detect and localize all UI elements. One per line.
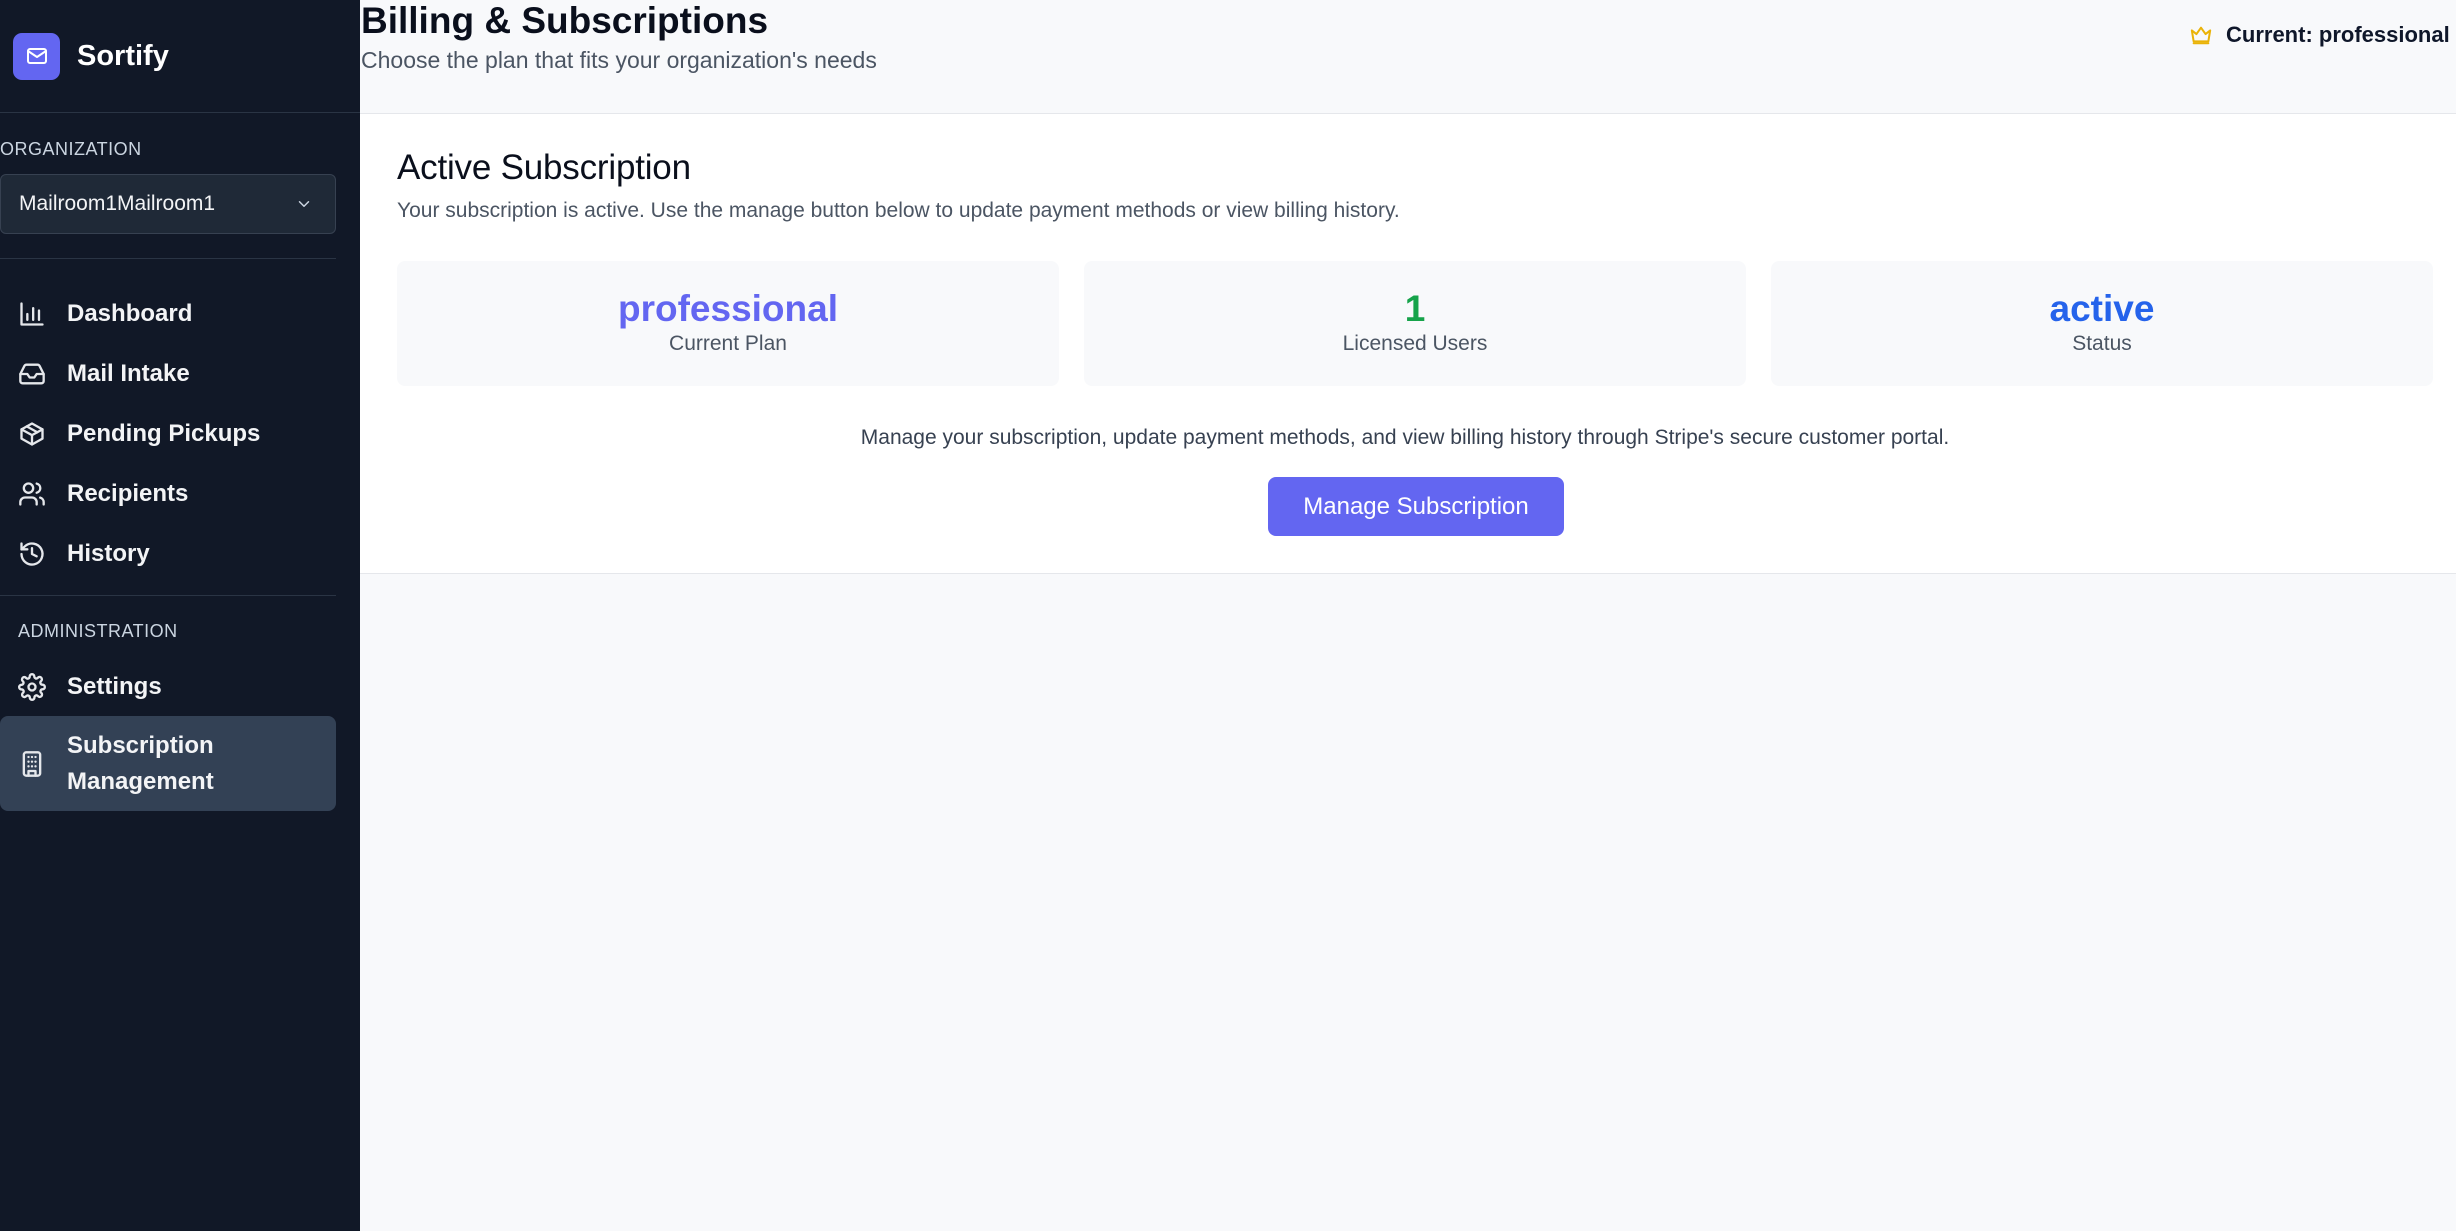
sidebar-item-pending-pickups[interactable]: Pending Pickups	[0, 406, 336, 462]
page-subtitle: Choose the plan that fits your organizat…	[361, 47, 877, 73]
bar-chart-icon	[20, 302, 44, 326]
sidebar-item-history[interactable]: History	[0, 526, 336, 582]
organization-selected-value: Mailroom1Mailroom1	[19, 192, 216, 215]
building-icon	[22, 750, 42, 777]
stat-value: 1	[1404, 288, 1426, 329]
administration-label: ADMINISTRATION	[18, 621, 178, 641]
sidebar-item-label: Subscription Management	[67, 731, 214, 795]
stat-label: Current Plan	[669, 332, 787, 355]
package-icon	[20, 422, 44, 446]
stat-label: Licensed Users	[1342, 332, 1488, 355]
sidebar-item-subscription-management[interactable]: Subscription Management	[0, 716, 336, 811]
page-header: Billing & Subscriptions Choose the plan …	[360, 0, 2456, 114]
sidebar-item-label: Dashboard	[67, 300, 193, 327]
inbox-icon	[19, 363, 45, 385]
brand[interactable]: Sortify	[0, 0, 360, 113]
sidebar-item-label: History	[67, 540, 150, 567]
card-description: Your subscription is active. Use the man…	[397, 199, 1400, 222]
stat-value: professional	[618, 288, 838, 329]
stat-label: Status	[2072, 332, 2132, 355]
organization-label: ORGANIZATION	[0, 139, 142, 159]
manage-subscription-button[interactable]: Manage Subscription	[1268, 477, 1564, 536]
active-subscription-card: Active Subscription Your subscription is…	[360, 114, 2456, 574]
stat-value: active	[2049, 288, 2155, 329]
current-plan-text: Current: professional Plan	[2226, 22, 2456, 47]
history-icon	[20, 542, 44, 566]
sidebar-item-dashboard[interactable]: Dashboard	[0, 286, 336, 342]
sidebar-item-mail-intake[interactable]: Mail Intake	[0, 346, 336, 402]
gear-icon	[18, 673, 46, 701]
current-plan-badge: Current: professional Plan	[2190, 22, 2456, 48]
crown-icon	[2190, 26, 2212, 45]
page-title: Billing & Subscriptions	[361, 0, 769, 41]
mail-icon	[13, 32, 60, 80]
users-icon	[19, 482, 45, 506]
brand-name: Sortify	[77, 39, 169, 72]
sidebar: Sortify ORGANIZATION Mailroom1Mailroom1 …	[0, 0, 360, 1231]
sidebar-item-recipients[interactable]: Recipients	[0, 466, 336, 522]
organization-select[interactable]: Mailroom1Mailroom1	[0, 174, 336, 234]
stat-current-plan: professional Current Plan	[397, 261, 1059, 386]
sidebar-item-label: Settings	[67, 673, 162, 700]
stat-status: active Status	[1771, 261, 2433, 386]
sidebar-divider	[0, 258, 336, 259]
sidebar-divider	[0, 595, 336, 596]
sidebar-item-settings[interactable]: Settings	[0, 659, 336, 715]
chevron-down-icon	[298, 201, 310, 207]
sidebar-item-label: Pending Pickups	[67, 420, 261, 447]
stat-licensed-users: 1 Licensed Users	[1084, 261, 1746, 386]
sidebar-item-label: Mail Intake	[67, 360, 190, 387]
sidebar-item-label: Recipients	[67, 480, 189, 507]
portal-note: Manage your subscription, update payment…	[860, 426, 1950, 449]
card-title: Active Subscription	[397, 148, 691, 187]
